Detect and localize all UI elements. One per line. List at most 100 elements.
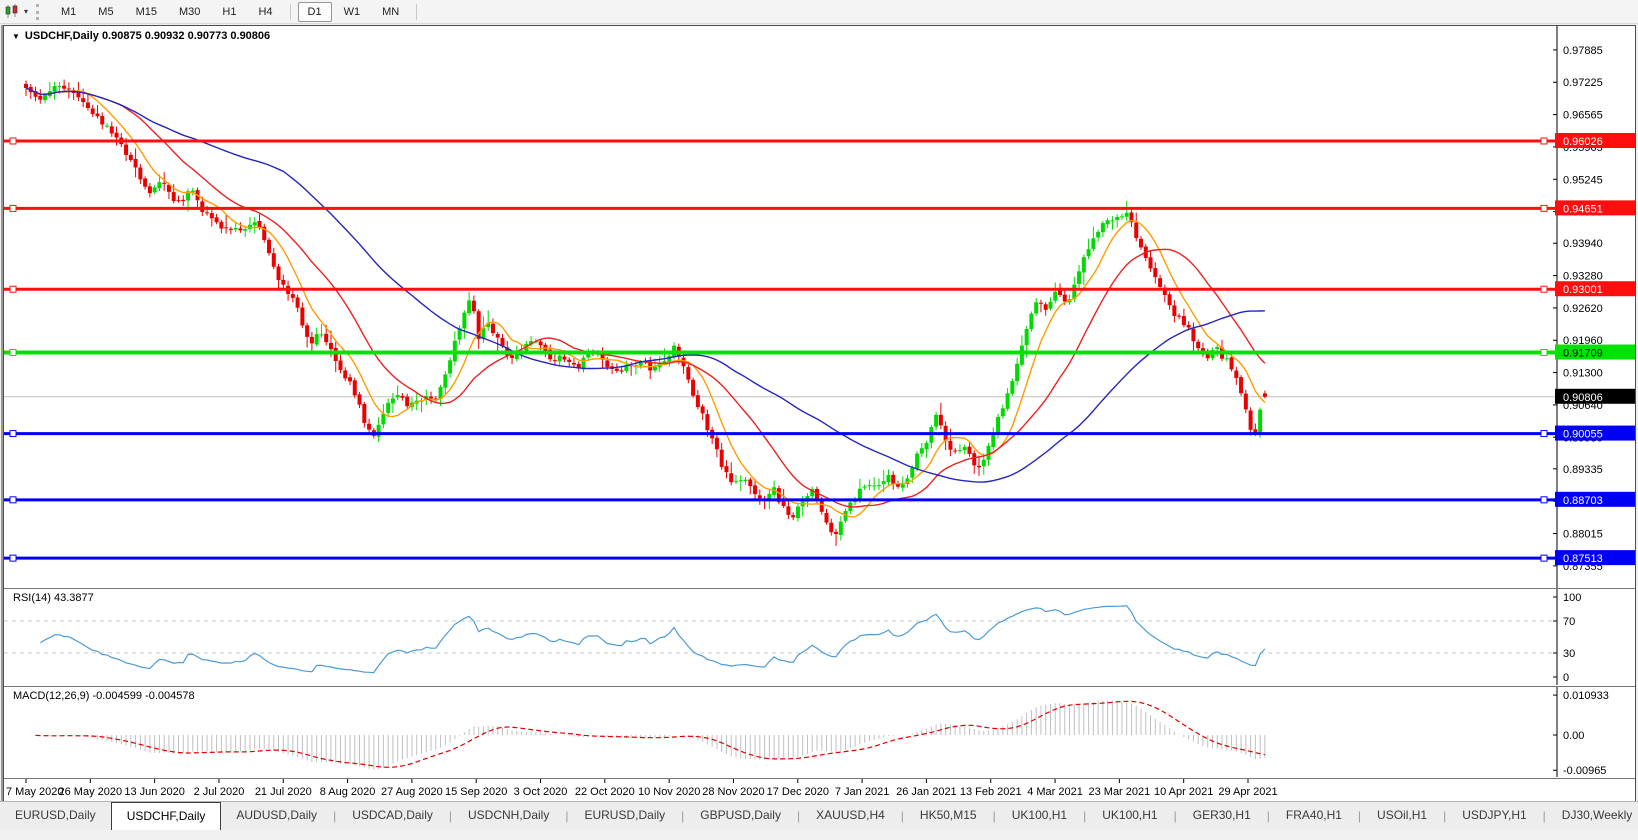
svg-text:0.91709: 0.91709 <box>1563 348 1603 360</box>
price-chart-pane[interactable]: 0.978850.972250.965650.959050.952450.945… <box>4 26 1635 588</box>
top-toolbar: ▾ M1M5M15M30H1H4 D1W1MN <box>0 0 1638 24</box>
date-tick-label: 10 Apr 2021 <box>1154 786 1213 798</box>
rsi-tick-label: 100 <box>1563 592 1581 604</box>
candlestick-chart-icon[interactable] <box>4 4 20 19</box>
price-label-0.88703: 0.88703 <box>1555 492 1635 507</box>
price-tick-label: 0.95245 <box>1563 174 1603 186</box>
price-label-0.90055: 0.90055 <box>1555 426 1635 441</box>
price-label-0.94651: 0.94651 <box>1555 200 1635 215</box>
tab-usoil-h1[interactable]: USOil,H1 <box>1362 802 1442 830</box>
date-tick-label: 4 Mar 2021 <box>1027 786 1083 798</box>
rsi-tick-label: 70 <box>1563 616 1575 628</box>
timeframe-button-d1[interactable]: D1 <box>298 2 332 22</box>
horizontal-line-0.91709[interactable] <box>4 350 1557 356</box>
price-axis[interactable]: 0.978850.972250.965650.959050.952450.945… <box>1553 26 1635 588</box>
price-label-0.91709: 0.91709 <box>1555 345 1635 360</box>
moving-average-21 <box>26 88 1265 507</box>
chevron-down-icon[interactable]: ▾ <box>24 7 28 16</box>
date-tick-label: 3 Oct 2020 <box>514 786 568 798</box>
timeframe-button-h4[interactable]: H4 <box>248 2 282 22</box>
tab-hk50-m15[interactable]: HK50,M15 <box>905 802 992 830</box>
date-tick-label: 13 Jun 2020 <box>124 786 185 798</box>
price-label-0.96026: 0.96026 <box>1555 133 1635 148</box>
date-tick-label: 27 Aug 2020 <box>381 786 443 798</box>
tab-uk100-h1[interactable]: UK100,H1 <box>1087 802 1172 830</box>
date-axis[interactable]: 7 May 202026 May 202013 Jun 20202 Jul 20… <box>4 778 1635 802</box>
date-tick-label: 26 Jan 2021 <box>896 786 957 798</box>
price-tick-label: 0.88015 <box>1563 529 1603 541</box>
toolbar-grip[interactable] <box>36 4 42 20</box>
svg-text:0.93001: 0.93001 <box>1563 284 1603 296</box>
horizontal-line-0.96026[interactable] <box>4 138 1557 144</box>
date-tick-label: 17 Dec 2020 <box>767 786 829 798</box>
price-label-0.93001: 0.93001 <box>1555 281 1635 296</box>
svg-text:0.96026: 0.96026 <box>1563 136 1603 148</box>
horizontal-line-0.90055[interactable] <box>4 431 1557 437</box>
tab-eurusd-daily[interactable]: EURUSD,Daily <box>0 802 111 830</box>
tab-eurusd-daily[interactable]: EURUSD,Daily <box>569 802 680 830</box>
price-tick-label: 0.91300 <box>1563 368 1603 380</box>
date-tick-label: 29 Apr 2021 <box>1218 786 1277 798</box>
svg-text:0.94651: 0.94651 <box>1563 203 1603 215</box>
price-tick-label: 0.96565 <box>1563 110 1603 122</box>
date-tick-label: 28 Nov 2020 <box>702 786 764 798</box>
timeframe-button-mn[interactable]: MN <box>372 2 409 22</box>
toolbar-separator <box>416 4 417 20</box>
rsi-label: RSI(14) 43.3877 <box>13 592 94 604</box>
horizontal-line-0.94651[interactable] <box>4 205 1557 211</box>
svg-text:0.90055: 0.90055 <box>1563 429 1603 441</box>
svg-text:0.90806: 0.90806 <box>1563 392 1603 404</box>
rsi-tick-label: 0 <box>1563 672 1569 684</box>
date-tick-label: 26 May 2020 <box>59 786 123 798</box>
chart-title: ▼ USDCHF,Daily 0.90875 0.90932 0.90773 0.… <box>12 30 270 42</box>
price-tick-label: 0.93280 <box>1563 271 1603 283</box>
macd-label: MACD(12,26,9) -0.004599 -0.004578 <box>13 690 195 702</box>
date-tick-label: 13 Feb 2021 <box>960 786 1022 798</box>
date-tick-label: 15 Sep 2020 <box>445 786 507 798</box>
price-tick-label: 0.97225 <box>1563 77 1603 89</box>
candles-layer <box>24 80 1267 546</box>
tab-fra40-h1[interactable]: FRA40,H1 <box>1271 802 1357 830</box>
date-tick-label: 10 Nov 2020 <box>638 786 700 798</box>
tab-usdjpy-h1[interactable]: USDJPY,H1 <box>1447 802 1541 830</box>
triangle-down-icon[interactable]: ▼ <box>12 32 20 41</box>
horizontal-line-0.93001[interactable] <box>4 286 1557 292</box>
macd-signal-line <box>36 701 1265 767</box>
price-tick-label: 0.89335 <box>1563 464 1603 476</box>
date-tick-label: 22 Oct 2020 <box>575 786 635 798</box>
timeframe-button-w1[interactable]: W1 <box>334 2 371 22</box>
tab-uk100-h1[interactable]: UK100,H1 <box>997 802 1082 830</box>
price-tick-label: 0.93940 <box>1563 238 1603 250</box>
macd-tick-label: -0.00965 <box>1563 765 1606 777</box>
tab-ger30-h1[interactable]: GER30,H1 <box>1178 802 1266 830</box>
date-tick-label: 23 Mar 2021 <box>1088 786 1150 798</box>
rsi-tick-label: 30 <box>1563 648 1575 660</box>
timeframe-button-m5[interactable]: M5 <box>88 2 123 22</box>
timeframe-button-m30[interactable]: M30 <box>169 2 210 22</box>
price-tick-label: 0.92620 <box>1563 303 1603 315</box>
current-price-label: 0.90806 <box>1555 389 1635 404</box>
date-tick-label: 8 Aug 2020 <box>320 786 376 798</box>
timeframe-button-m1[interactable]: M1 <box>51 2 86 22</box>
date-tick-label: 7 May 2020 <box>6 786 63 798</box>
chart-title-text: USDCHF,Daily 0.90875 0.90932 0.90773 0.9… <box>25 30 270 42</box>
chart-window-usdchf: 0.978850.972250.965650.959050.952450.945… <box>3 25 1636 801</box>
date-tick-label: 21 Jul 2020 <box>255 786 312 798</box>
macd-axis[interactable]: 0.0109330.00-0.00965 <box>1553 687 1609 777</box>
timeframe-button-m15[interactable]: M15 <box>126 2 167 22</box>
tab-audusd-daily[interactable]: AUDUSD,Daily <box>221 802 332 830</box>
tab-usdchf-daily[interactable]: USDCHF,Daily <box>111 802 222 830</box>
rsi-indicator-pane[interactable]: 100 70 30 0 RSI(14) 43.3877 <box>4 588 1635 686</box>
timeframe-button-h1[interactable]: H1 <box>212 2 246 22</box>
chart-tabs-bar: EURUSD,DailyUSDCHF,DailyAUDUSD,Daily|USD… <box>0 801 1638 830</box>
macd-indicator-pane[interactable]: 0.0109330.00-0.00965 MACD(12,26,9) -0.00… <box>4 686 1635 778</box>
rsi-axis[interactable]: 100 70 30 0 <box>1553 589 1581 685</box>
tab-gbpusd-daily[interactable]: GBPUSD,Daily <box>685 802 796 830</box>
tab-dj30-weekly[interactable]: DJ30,Weekly <box>1547 802 1638 830</box>
tab-usdcad-daily[interactable]: USDCAD,Daily <box>337 802 448 830</box>
toolbar-separator <box>290 4 291 20</box>
macd-tick-label: 0.010933 <box>1563 690 1609 702</box>
tab-xauusd-h4[interactable]: XAUUSD,H4 <box>801 802 900 830</box>
horizontal-line-0.87513[interactable] <box>4 555 1557 561</box>
tab-usdcnh-daily[interactable]: USDCNH,Daily <box>453 802 564 830</box>
